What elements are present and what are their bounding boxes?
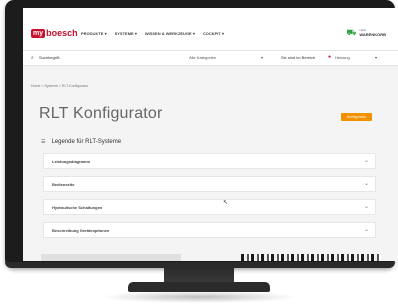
cart-label: WARENKORB (359, 32, 386, 37)
nav-item-cockpit[interactable]: COCKPIT (203, 31, 224, 36)
area-select[interactable]: Heizung (335, 55, 350, 60)
accordion-label: Hydraulische Schaltungen (52, 205, 103, 210)
main-nav: PRODUKTE SYSTEME WISSEN & WERKZEUGE COCK… (81, 31, 224, 36)
page-title: RLT Konfigurator (39, 105, 163, 122)
content-preview (41, 254, 398, 261)
chevron-down-icon: ⌄ (363, 227, 369, 233)
cart-area[interactable]: ⛟ Hallo WARENKORB (346, 28, 386, 37)
accordion-label: Beschreibung Geräteoptionen (52, 228, 110, 233)
stand-shadow (100, 291, 298, 303)
nav-item-systeme[interactable]: SYSTEME (115, 31, 137, 36)
chevron-down-icon: ⌄ (363, 181, 369, 187)
preview-placeholder (41, 254, 181, 261)
chevron-down-icon: ⌄ (363, 204, 369, 210)
accordion-item[interactable]: Hydraulische Schaltungen ⌄ (43, 199, 376, 215)
schematic-preview-image (241, 254, 381, 261)
accordion-item[interactable]: Beschreibung Geräteoptionen ⌄ (43, 222, 376, 238)
chevron-down-icon: ⌄ (363, 158, 369, 164)
search-icon[interactable]: ⌕ (31, 55, 34, 61)
chevron-down-icon: ▾ (375, 55, 378, 60)
search-bar: ⌕ Suchbegriff... Alle Kategorien ▾ Sie s… (23, 51, 398, 66)
search-input[interactable]: Suchbegriff... (39, 55, 63, 60)
breadcrumb[interactable]: Home > Systeme > RLT-Konfigurator (31, 84, 88, 88)
accordion-item[interactable]: Leistungsdiagramm ⌄ (43, 153, 376, 169)
nav-item-wissen[interactable]: WISSEN & WERKZEUGE (145, 31, 195, 36)
mouse-cursor: ↖ (223, 200, 229, 206)
legend-heading: ☰ Legende für RLT-Systeme (41, 139, 121, 145)
monitor-bezel: my boesch PRODUKTE SYSTEME WISSEN & WERK… (5, 0, 398, 268)
brand-logo[interactable]: my boesch (31, 28, 78, 38)
truck-icon: ⛟ (346, 27, 357, 37)
list-icon: ☰ (41, 139, 46, 145)
konfigurator-button[interactable]: Konfigurator (341, 113, 372, 121)
area-label: Sie sind im Bereich (281, 55, 316, 60)
legend-title: Legende für RLT-Systeme (51, 139, 122, 145)
site-header: my boesch PRODUKTE SYSTEME WISSEN & WERK… (23, 8, 398, 51)
accordion-item[interactable]: Bedienseite ⌄ (43, 176, 376, 192)
category-select[interactable]: Alle Kategorien (189, 55, 216, 60)
accordion-label: Bedienseite (52, 182, 75, 187)
logo-badge: my (31, 28, 46, 38)
chevron-down-icon: ▾ (261, 55, 264, 60)
location-pin-icon: ● (328, 54, 332, 60)
website-screen: my boesch PRODUKTE SYSTEME WISSEN & WERK… (23, 8, 398, 261)
nav-item-produkte[interactable]: PRODUKTE (81, 31, 107, 36)
logo-text: boesch (46, 28, 78, 38)
accordion-label: Leistungsdiagramm (52, 159, 91, 164)
photo-stage: my boesch PRODUKTE SYSTEME WISSEN & WERK… (0, 0, 398, 306)
